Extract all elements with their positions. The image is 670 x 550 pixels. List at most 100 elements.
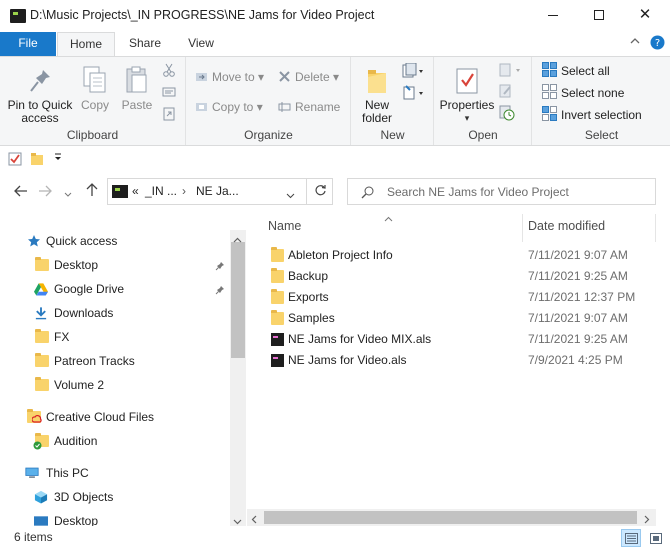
scroll-left-icon[interactable] — [251, 513, 257, 527]
forward-button[interactable] — [38, 184, 52, 200]
large-icons-view-icon — [650, 533, 662, 544]
file-row[interactable]: Backup 7/11/2021 9:25 AM — [247, 266, 657, 287]
nav-label: Audition — [54, 434, 98, 448]
scroll-up-icon[interactable] — [233, 232, 242, 246]
pin-icon[interactable] — [215, 282, 225, 304]
select-all-icon — [542, 62, 557, 77]
maximize-icon — [594, 10, 604, 21]
ableton-file-icon — [271, 333, 284, 346]
search-input[interactable]: Search NE Jams for Video Project — [347, 178, 656, 205]
details-view-button[interactable] — [621, 529, 641, 547]
nav-scrollbar-thumb[interactable] — [231, 242, 245, 358]
ableton-file-icon — [271, 354, 284, 367]
nav-creative-cloud-files[interactable]: Creative Cloud Files — [0, 406, 230, 428]
copy-label: Copy — [80, 98, 109, 112]
file-row[interactable]: Samples 7/11/2021 9:07 AM — [247, 308, 657, 329]
edit-icon[interactable] — [499, 84, 513, 101]
nav-downloads[interactable]: Downloads — [0, 302, 230, 324]
nav-google-drive[interactable]: Google Drive — [0, 278, 230, 300]
pin-icon[interactable] — [215, 258, 225, 280]
file-row[interactable]: Ableton Project Info 7/11/2021 9:07 AM — [247, 245, 657, 266]
nav-volume-2[interactable]: Volume 2 — [0, 374, 230, 396]
pin-to-quick-access-button[interactable]: Pin to Quick access — [6, 61, 74, 125]
file-name: Ableton Project Info — [288, 248, 393, 262]
folder-icon — [271, 247, 284, 262]
maximize-button[interactable] — [576, 0, 622, 32]
column-separator[interactable] — [522, 214, 523, 242]
paste-icon — [126, 66, 147, 93]
address-dropdown-button[interactable] — [286, 188, 295, 202]
collapse-ribbon-icon[interactable] — [630, 36, 640, 48]
close-button[interactable]: ✕ — [622, 0, 668, 32]
cut-icon[interactable] — [162, 63, 176, 80]
tab-share[interactable]: Share — [118, 32, 172, 56]
rename-icon — [278, 99, 291, 112]
easy-access-icon[interactable] — [402, 85, 426, 104]
pin-icon — [30, 70, 50, 92]
file-row[interactable]: Exports 7/11/2021 12:37 PM — [247, 287, 657, 308]
select-none-icon — [542, 84, 557, 99]
paste-shortcut-icon[interactable] — [162, 107, 176, 124]
nav-label: This PC — [46, 466, 89, 480]
nav-patreon-tracks[interactable]: Patreon Tracks — [0, 350, 230, 372]
rename-button[interactable]: Rename — [278, 97, 340, 117]
recent-locations-button[interactable] — [64, 185, 72, 201]
copy-button[interactable]: Copy — [76, 61, 114, 112]
properties-button[interactable]: Properties ▾ — [439, 61, 495, 125]
scroll-right-icon[interactable] — [644, 513, 650, 527]
file-list-hscroll-thumb[interactable] — [264, 511, 637, 524]
paste-button[interactable]: Paste — [118, 61, 156, 112]
invert-selection-button[interactable]: Invert selection — [542, 105, 642, 125]
file-row[interactable]: NE Jams for Video MIX.als 7/11/2021 9:25… — [247, 329, 657, 350]
column-header-name[interactable]: Name — [268, 219, 301, 233]
select-none-label: Select none — [561, 86, 625, 100]
new-folder-button[interactable]: New folder — [356, 61, 398, 125]
paste-label: Paste — [121, 98, 153, 112]
open-group-label: Open — [468, 128, 498, 142]
help-icon[interactable]: ? — [650, 35, 665, 53]
nav-3d-objects[interactable]: 3D Objects — [0, 486, 230, 508]
breadcrumb-in-progress[interactable]: _IN ... — [145, 184, 177, 198]
nav-fx[interactable]: FX — [0, 326, 230, 348]
up-button[interactable] — [86, 183, 98, 200]
nav-label: Quick access — [46, 234, 118, 248]
copy-to-button[interactable]: Copy to ▾ — [195, 97, 263, 117]
move-to-button[interactable]: Move to ▾ — [195, 67, 264, 87]
file-row[interactable]: NE Jams for Video.als 7/9/2021 4:25 PM — [247, 350, 657, 371]
select-all-button[interactable]: Select all — [542, 61, 610, 81]
file-date: 7/9/2021 4:25 PM — [528, 353, 623, 367]
minimize-button[interactable] — [530, 0, 576, 32]
nav-quick-access[interactable]: Quick access — [0, 230, 230, 252]
breadcrumb-ne-jams[interactable]: NE Ja... — [196, 184, 239, 198]
new-item-icon[interactable] — [402, 62, 426, 82]
file-list-vscroll[interactable] — [656, 214, 670, 509]
tab-home[interactable]: Home — [57, 32, 115, 57]
properties-qat-icon[interactable] — [8, 152, 22, 169]
select-all-label: Select all — [561, 64, 610, 78]
open-icon[interactable] — [499, 63, 525, 80]
refresh-button[interactable] — [306, 178, 333, 205]
clipboard-group-label: Clipboard — [66, 128, 119, 142]
customize-qat-icon[interactable] — [54, 151, 62, 166]
new-folder-qat-icon[interactable] — [30, 152, 44, 169]
tab-view[interactable]: View — [176, 32, 226, 56]
address-bar[interactable]: « _IN ... › NE Ja... — [107, 178, 333, 205]
google-drive-icon — [34, 283, 48, 296]
delete-button[interactable]: Delete ▾ — [278, 67, 339, 87]
history-icon[interactable] — [499, 105, 515, 124]
nav-audition[interactable]: Audition — [0, 430, 230, 452]
up-arrow-icon — [86, 183, 98, 196]
copy-path-icon[interactable] — [162, 85, 176, 102]
breadcrumb-separator-icon[interactable]: › — [182, 184, 186, 198]
nav-this-pc[interactable]: This PC — [0, 462, 230, 484]
nav-desktop[interactable]: Desktop — [0, 254, 230, 276]
nav-desktop-pc[interactable]: Desktop — [0, 510, 230, 526]
tab-file[interactable]: File — [0, 32, 56, 56]
back-button[interactable] — [14, 184, 28, 200]
column-header-date-modified[interactable]: Date modified — [528, 219, 605, 233]
large-icons-view-button[interactable] — [645, 529, 665, 547]
address-overflow[interactable]: « — [132, 184, 139, 198]
select-none-button[interactable]: Select none — [542, 83, 624, 103]
new-group: New folder New — [352, 57, 434, 145]
back-arrow-icon — [14, 185, 27, 197]
